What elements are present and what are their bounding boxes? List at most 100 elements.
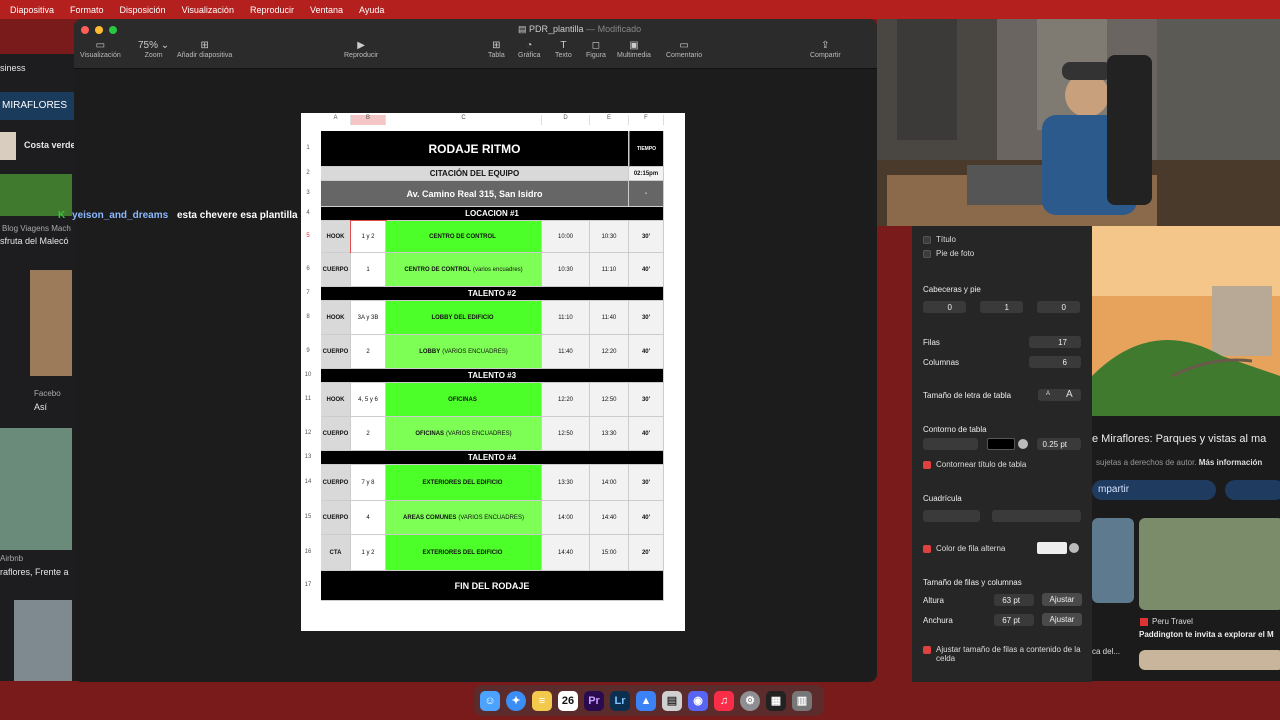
miraflores-hero-image[interactable]: [1092, 226, 1280, 416]
duration-cell[interactable]: 40': [629, 417, 664, 451]
minimize-window-button[interactable]: [95, 26, 103, 34]
share-button[interactable]: ⇪ Compartir: [810, 39, 841, 59]
table-row[interactable]: LOCACION #1: [321, 207, 664, 221]
result-headline[interactable]: e Miraflores: Parques y vistas al ma: [1092, 433, 1266, 445]
calendar-icon[interactable]: 26: [558, 690, 578, 711]
start-time-cell[interactable]: 11:10: [542, 301, 590, 335]
duration-cell[interactable]: 40': [629, 253, 664, 287]
preview-icon[interactable]: ▤: [662, 690, 682, 711]
trash-icon[interactable]: ▥: [792, 690, 812, 711]
scene-cell[interactable]: 1: [351, 253, 386, 287]
row-number[interactable]: 14: [301, 479, 315, 485]
scene-cell[interactable]: 1 y 2: [351, 535, 386, 571]
thumbnail[interactable]: [0, 132, 16, 160]
location-cell[interactable]: LOBBY DEL EDIFICIO: [386, 301, 542, 335]
shape-button[interactable]: ◻ Figura: [586, 39, 606, 59]
safari-icon[interactable]: ✦: [506, 690, 526, 711]
column-header[interactable]: A: [321, 115, 351, 125]
shot-type-cell[interactable]: CTA: [321, 535, 351, 571]
chart-button[interactable]: ◔ Gráfica: [518, 39, 541, 59]
address-right-cell[interactable]: -: [629, 181, 664, 207]
slide-canvas[interactable]: A B C D E F 1 2 3 4 5 6 7 8 9 10 11 12 13 14 15 16 17 RO…: [301, 113, 685, 631]
result-title[interactable]: Costa verde: [24, 140, 76, 150]
color-fila-checkbox[interactable]: Color de fila alterna: [923, 544, 1005, 553]
section-header-cell[interactable]: TALENTO #3: [321, 369, 664, 383]
menu-reproducir[interactable]: Reproducir: [250, 5, 294, 15]
shot-type-cell[interactable]: HOOK: [321, 301, 351, 335]
table-row[interactable]: HOOK 4, 5 y 6 OFICINAS 12:20 12:50 30': [321, 383, 664, 417]
columnas-stepper[interactable]: 6: [1029, 356, 1081, 368]
menu-ayuda[interactable]: Ayuda: [359, 5, 384, 15]
scene-cell[interactable]: 2: [351, 417, 386, 451]
contornear-checkbox[interactable]: Contornear título de tabla: [923, 460, 1026, 469]
column-header[interactable]: F: [629, 115, 664, 125]
ajustar-contenido-checkbox[interactable]: Ajustar tamaño de filas a contenido de l…: [923, 645, 1083, 663]
table-row[interactable]: FIN DEL RODAJE: [321, 571, 664, 601]
ajustar-anchura-button[interactable]: Ajustar: [1042, 613, 1082, 626]
border-color-well[interactable]: [987, 438, 1015, 450]
finder-icon[interactable]: ☺: [480, 690, 500, 711]
table-row[interactable]: TALENTO #2: [321, 287, 664, 301]
alternate-row-color-well[interactable]: [1037, 542, 1067, 554]
more-info-link[interactable]: Más información: [1199, 458, 1263, 467]
scene-cell[interactable]: 3A y 3B: [351, 301, 386, 335]
shot-type-cell[interactable]: CUERPO: [321, 501, 351, 535]
aerial-image[interactable]: [1139, 518, 1280, 610]
table-row[interactable]: CUERPO 2 LOBBY (VARIOS ENCUADRES) 11:40 12:20…: [321, 335, 664, 369]
ajustar-altura-button[interactable]: Ajustar: [1042, 593, 1082, 606]
secondary-button[interactable]: [1225, 480, 1280, 500]
footer-cell[interactable]: FIN DEL RODAJE: [321, 571, 664, 601]
location-cell[interactable]: OFICINAS (VARIOS ENCUADRES): [386, 417, 542, 451]
gridline-buttons[interactable]: [992, 510, 1081, 522]
result-caption[interactable]: Paddington te invita a explorar el M: [1139, 630, 1274, 639]
scene-cell[interactable]: 7 y 8: [351, 465, 386, 501]
shot-type-cell[interactable]: CUERPO: [321, 465, 351, 501]
shot-type-cell[interactable]: HOOK: [321, 383, 351, 417]
column-header[interactable]: C: [386, 115, 542, 125]
keynote-icon[interactable]: ▲: [636, 690, 656, 711]
discord-icon[interactable]: ◉: [688, 690, 708, 711]
titulo-checkbox[interactable]: Título: [923, 235, 956, 244]
table-row[interactable]: CUERPO 4 AREAS COMUNES (VARIOS ENCUADRES) 14…: [321, 501, 664, 535]
row-number[interactable]: 15: [301, 514, 315, 520]
header-columns-stepper[interactable]: 1: [980, 301, 1023, 313]
end-time-cell[interactable]: 15:00: [590, 535, 629, 571]
city-image[interactable]: [30, 270, 72, 376]
add-slide-button[interactable]: ⊞ Añadir diapositiva: [177, 39, 232, 59]
comment-button[interactable]: ▭ Comentario: [666, 39, 702, 59]
menu-visualizacion[interactable]: Visualización: [182, 5, 234, 15]
scene-cell[interactable]: 1 y 2: [350, 220, 387, 254]
tiempo-header-cell[interactable]: TIEMPO: [629, 131, 664, 167]
start-time-cell[interactable]: 10:00: [542, 221, 590, 253]
start-time-cell[interactable]: 14:40: [542, 535, 590, 571]
start-time-cell[interactable]: 13:30: [542, 465, 590, 501]
gridline-buttons[interactable]: [923, 510, 980, 522]
menu-diapositiva[interactable]: Diapositiva: [10, 5, 54, 15]
music-icon[interactable]: ♫: [714, 690, 734, 711]
location-cell[interactable]: AREAS COMUNES (VARIOS ENCUADRES): [386, 501, 542, 535]
row-number[interactable]: 10: [301, 372, 315, 378]
row-number[interactable]: 6: [301, 266, 315, 272]
start-time-cell[interactable]: 11:40: [542, 335, 590, 369]
duration-cell[interactable]: 20': [629, 535, 664, 571]
column-header[interactable]: E: [590, 115, 629, 125]
header-rows-stepper[interactable]: 0: [923, 301, 966, 313]
row-number[interactable]: 12: [301, 430, 315, 436]
start-time-cell[interactable]: 10:30: [542, 253, 590, 287]
citacion-cell[interactable]: CITACIÓN DEL EQUIPO: [321, 167, 629, 181]
table-row[interactable]: CUERPO 1 CENTRO DE CONTROL (varios encuadre…: [321, 253, 664, 287]
table-button[interactable]: ⊞ Tabla: [488, 39, 505, 59]
share-button[interactable]: mpartir: [1092, 480, 1216, 500]
table-row[interactable]: CUERPO 2 OFICINAS (VARIOS ENCUADRES) 12:50 13…: [321, 417, 664, 451]
end-time-cell[interactable]: 12:20: [590, 335, 629, 369]
section-header-cell[interactable]: TALENTO #4: [321, 451, 664, 465]
shot-type-cell[interactable]: CUERPO: [321, 253, 351, 287]
shot-type-cell[interactable]: CUERPO: [321, 335, 351, 369]
end-time-cell[interactable]: 12:50: [590, 383, 629, 417]
start-time-cell[interactable]: 14:00: [542, 501, 590, 535]
start-time-cell[interactable]: 12:20: [542, 383, 590, 417]
screen-icon[interactable]: ▦: [766, 690, 786, 711]
location-cell[interactable]: OFICINAS: [386, 383, 542, 417]
end-time-cell[interactable]: 10:30: [590, 221, 629, 253]
table-row[interactable]: TALENTO #4: [321, 451, 664, 465]
